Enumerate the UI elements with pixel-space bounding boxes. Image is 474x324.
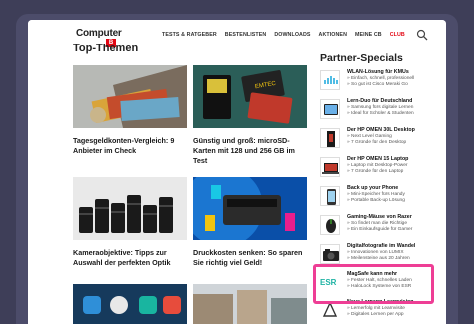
sidebar-item-line: » So gut ist Cisco Meraki Go	[347, 82, 408, 87]
article-caption[interactable]: Günstig und groß: microSD-Karten mit 128…	[193, 136, 307, 166]
article-card[interactable]: EMTEC Günstig und groß: microSD-Karten m…	[193, 65, 307, 166]
sidebar-item-hp-laptop[interactable]: Der HP OMEN 15 Laptop » Laptop mit Deskt…	[320, 155, 440, 181]
sidebar-item-line: » Meilensteine aus 20 Jahren	[347, 256, 410, 261]
article-card[interactable]: Kameraobjektive: Tipps zur Auswahl der p…	[73, 177, 187, 268]
app-icons-photo	[73, 284, 187, 324]
sidebar-item-title: Lern-Duo für Deutschland	[347, 98, 413, 104]
lumix-camera-icon	[320, 244, 340, 264]
sidebar-item-line: » Laptop mit Desktop-Power	[347, 163, 408, 168]
logo-text: Computer	[76, 28, 122, 39]
sidebar-item-title: Back up your Phone	[347, 185, 399, 191]
sidebar-item-line: » 7 Gründe für den Desktop	[347, 140, 407, 145]
main-nav: TESTS & RATGEBER BESTENLISTEN DOWNLOADS …	[162, 32, 405, 38]
camera-lenses-photo	[73, 177, 187, 240]
article-caption[interactable]: Tagesgeldkonten-Vergleich: 9 Anbieter im…	[73, 136, 187, 156]
article-card[interactable]: Tagesgeldkonten-Vergleich: 9 Anbieter im…	[73, 65, 187, 156]
cisco-logo-icon	[320, 70, 340, 90]
highlight-box	[313, 264, 434, 304]
article-card-partial[interactable]	[193, 284, 307, 324]
article-caption[interactable]: Druckkosten senken: So sparen Sie richti…	[193, 248, 307, 268]
street-photo	[193, 284, 307, 324]
sidebar-item-hp-desktop[interactable]: Der HP OMEN 30L Desktop » Next Level Gam…	[320, 126, 440, 152]
sidebar-title: Partner-Specials	[320, 52, 403, 64]
sidebar-item-line: » Innovationen von LUMIX	[347, 250, 404, 255]
hp-desktop-icon	[320, 128, 340, 148]
article-caption[interactable]: Kameraobjektive: Tipps zur Auswahl der p…	[73, 248, 187, 268]
hp-laptop-icon	[320, 157, 340, 177]
nav-club[interactable]: CLUB	[390, 32, 405, 38]
sidebar-item-line: » Samsung fürs digitale Lernen	[347, 105, 414, 110]
sidebar-item-line: » Mini-Speicher fürs Handy	[347, 192, 405, 197]
sidebar-item-razer[interactable]: Gaming-Mäuse von Razer » So findet man d…	[320, 213, 440, 239]
nav-bestenlisten[interactable]: BESTENLISTEN	[225, 32, 267, 38]
nav-meine-cb[interactable]: MEINE CB	[355, 32, 382, 38]
money-hand-photo	[73, 65, 187, 128]
sidebar-item-line: » Digitales Lernen per App	[347, 312, 404, 317]
sidebar-item-title: Digitalfotografie im Wandel	[347, 243, 416, 249]
sidebar-item-line: » Ideal für Schüler & Studenten	[347, 111, 414, 116]
nav-tests[interactable]: TESTS & RATGEBER	[162, 32, 217, 38]
sidebar-item-title: WLAN-Lösung für KMUs	[347, 69, 409, 75]
nav-aktionen[interactable]: AKTIONEN	[319, 32, 347, 38]
sd-cards-photo: EMTEC	[193, 65, 307, 128]
sidebar-item-backup[interactable]: Back up your Phone » Mini-Speicher fürs …	[320, 184, 440, 210]
printer-ink-photo	[193, 177, 307, 240]
article-card[interactable]: Druckkosten senken: So sparen Sie richti…	[193, 177, 307, 268]
sidebar-item-wlan[interactable]: WLAN-Lösung für KMUs » Einfach, schnell,…	[320, 68, 440, 94]
sidebar-item-lern-duo[interactable]: Lern-Duo für Deutschland » Samsung fürs …	[320, 97, 440, 123]
sidebar-item-line: » Next Level Gaming	[347, 134, 392, 139]
sidebar-item-title: Gaming-Mäuse von Razer	[347, 214, 412, 220]
razer-mouse-icon	[320, 215, 340, 235]
phone-backup-icon	[320, 186, 340, 206]
sidebar-item-line: » Ein Einkaufsguide für Gamer	[347, 227, 413, 232]
sidebar-item-line: » Portable Back-up Lösung	[347, 198, 405, 203]
sidebar-item-line: » Lernerfolg mit Learnvisite	[347, 306, 405, 311]
sidebar-item-title: Der HP OMEN 30L Desktop	[347, 127, 415, 133]
sidebar-item-line: » Einfach, schnell, professionell	[347, 76, 415, 81]
sidebar-item-title: Der HP OMEN 15 Laptop	[347, 156, 409, 162]
nav-downloads[interactable]: DOWNLOADS	[274, 32, 310, 38]
search-icon[interactable]	[416, 29, 428, 41]
sidebar-item-line: » So findet man die Richtige	[347, 221, 407, 226]
article-card-partial[interactable]	[73, 284, 187, 324]
sidebar-item-line: » 7 Gründe für den Laptop	[347, 169, 404, 174]
samsung-tablet-icon	[320, 99, 340, 119]
